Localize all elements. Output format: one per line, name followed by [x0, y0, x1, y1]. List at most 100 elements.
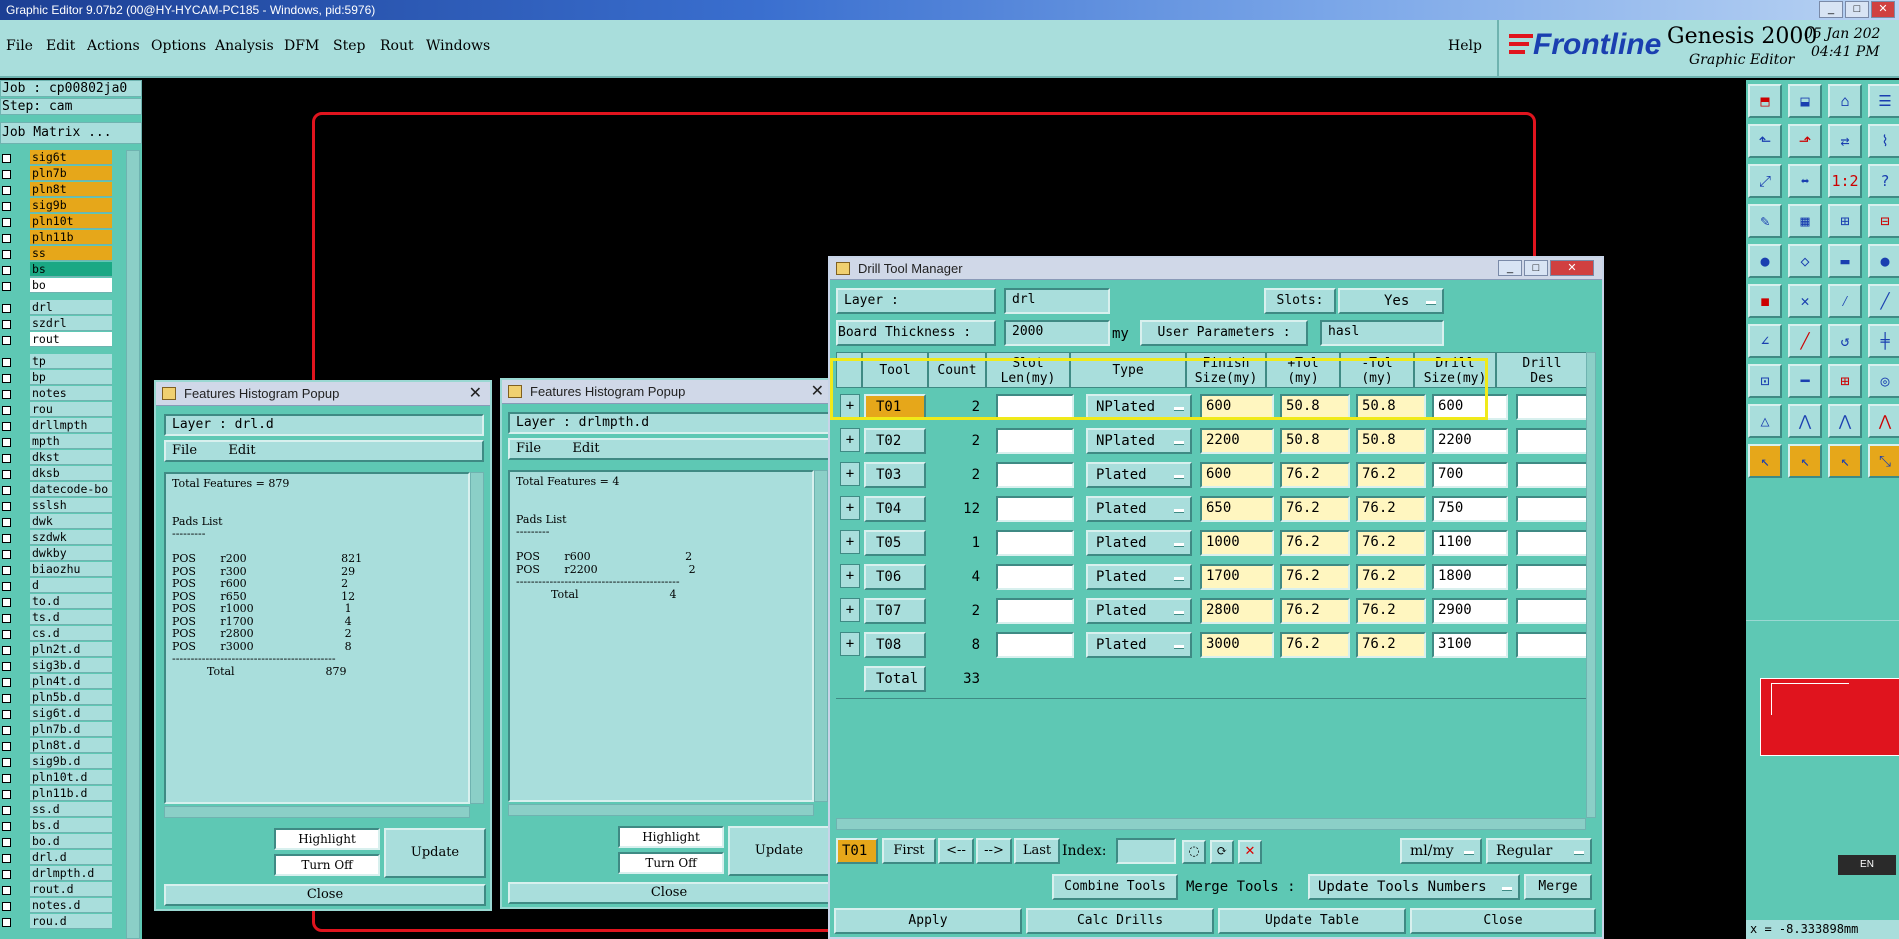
pen-icon[interactable]: ✎ [1748, 204, 1782, 238]
menu-edit[interactable]: Edit [46, 38, 75, 54]
layer-item[interactable]: datecode-bo [30, 482, 112, 497]
close-window-button[interactable]: ✕ [1871, 1, 1895, 18]
layer-item[interactable]: pln8t [30, 182, 112, 197]
expand-row-icon[interactable]: + [840, 632, 860, 656]
layer-checkbox[interactable] [2, 742, 11, 751]
slot-length-input[interactable] [996, 632, 1074, 658]
tool-button[interactable]: T06 [864, 564, 926, 590]
layer-item[interactable]: pln5b.d [30, 690, 112, 705]
layer-checkbox[interactable] [2, 918, 11, 927]
layer-checkbox[interactable] [2, 320, 11, 329]
plus-tol-input[interactable]: 76.2 [1280, 496, 1350, 522]
board-thickness-input[interactable]: 2000 [1004, 320, 1110, 346]
layer-item[interactable]: pln4t.d [30, 674, 112, 689]
layer-checkbox[interactable] [2, 790, 11, 799]
layer-item[interactable]: sig9b.d [30, 754, 112, 769]
menu-help[interactable]: Help [1448, 38, 1482, 54]
layer-checkbox[interactable] [2, 358, 11, 367]
layer-checkbox[interactable] [2, 336, 11, 345]
merge-button[interactable]: Merge [1524, 874, 1592, 900]
layer-checkbox[interactable] [2, 282, 11, 291]
plus-tol-input[interactable]: 76.2 [1280, 530, 1350, 556]
layer-item[interactable]: rout.d [30, 882, 112, 897]
maximize-button[interactable]: □ [1845, 1, 1869, 18]
layer-item[interactable]: dwk [30, 514, 112, 529]
layer-checkbox[interactable] [2, 486, 11, 495]
bar-icon[interactable]: ▬ [1828, 244, 1862, 278]
next-button[interactable]: --> [976, 838, 1012, 864]
plus-tol-input[interactable]: 76.2 [1280, 598, 1350, 624]
layer-item[interactable]: d [30, 578, 112, 593]
line-icon[interactable]: ╱ [1868, 284, 1899, 318]
layer-item[interactable]: cs.d [30, 626, 112, 641]
menu-options[interactable]: Options [151, 38, 206, 54]
layer-checkbox[interactable] [2, 566, 11, 575]
dash-icon[interactable]: ━ [1788, 364, 1822, 398]
layer-checkbox[interactable] [2, 646, 11, 655]
layer-item[interactable]: szdwk [30, 530, 112, 545]
slot-length-input[interactable] [996, 462, 1074, 488]
scale-icon[interactable]: 1:2 [1828, 164, 1862, 198]
layer-item[interactable]: ts.d [30, 610, 112, 625]
layer-checkbox[interactable] [2, 406, 11, 415]
drill-des-input[interactable] [1516, 394, 1592, 420]
top-view-icon[interactable]: ⬒ [1748, 84, 1782, 118]
home-icon[interactable]: ⌂ [1828, 84, 1862, 118]
finish-size-input[interactable]: 600 [1200, 462, 1274, 488]
layer-item[interactable]: rout [30, 332, 112, 347]
calc-drills-button[interactable]: Calc Drills [1026, 908, 1214, 934]
layer-item[interactable]: bp [30, 370, 112, 385]
histogram-scroll-h[interactable] [164, 806, 470, 818]
drill-des-input[interactable] [1516, 428, 1592, 454]
select-arrow3-icon[interactable]: ↖ [1828, 444, 1862, 478]
histogram-close-button[interactable]: Close [164, 884, 486, 906]
layer-item[interactable]: pln7b [30, 166, 112, 181]
layer-item[interactable]: mpth [30, 434, 112, 449]
layer-item[interactable]: ss [30, 246, 112, 261]
layer-item[interactable]: pln10t [30, 214, 112, 229]
layer-checkbox[interactable] [2, 710, 11, 719]
drill-size-input[interactable]: 1100 [1432, 530, 1508, 556]
last-button[interactable]: Last [1014, 838, 1060, 864]
minus-tol-input[interactable]: 50.8 [1356, 428, 1426, 454]
finish-size-input[interactable]: 1700 [1200, 564, 1274, 590]
layer-item[interactable]: sslsh [30, 498, 112, 513]
update-table-button[interactable]: Update Table [1218, 908, 1406, 934]
histogram-scroll-h[interactable] [508, 804, 814, 816]
type-dropdown[interactable]: Plated [1086, 462, 1192, 488]
turn-off-button[interactable]: Turn Off [618, 852, 724, 874]
slot-length-input[interactable] [996, 496, 1074, 522]
highlight-button[interactable]: Highlight [274, 828, 380, 850]
expand-row-icon[interactable]: + [840, 530, 860, 554]
close-icon[interactable]: ✕ [469, 382, 482, 406]
histogram-scroll-v[interactable] [814, 470, 828, 802]
layer-item[interactable]: sig6t [30, 150, 112, 165]
layer-checkbox[interactable] [2, 870, 11, 879]
layer-item[interactable]: drllmpth [30, 418, 112, 433]
fit-icon[interactable]: ⤢ [1748, 164, 1782, 198]
minus-tol-input[interactable]: 76.2 [1356, 496, 1426, 522]
layer-item[interactable]: notes.d [30, 898, 112, 913]
tool-table-scroll-h[interactable] [836, 818, 1586, 830]
finish-size-input[interactable]: 2800 [1200, 598, 1274, 624]
layer-checkbox[interactable] [2, 234, 11, 243]
layer-item[interactable]: pln7b.d [30, 722, 112, 737]
expand-row-icon[interactable]: + [840, 598, 860, 622]
histogram-scroll-v[interactable] [470, 472, 484, 804]
diagonal-icon[interactable]: ╱ [1788, 324, 1822, 358]
index-input[interactable] [1116, 838, 1176, 864]
layer-checkbox[interactable] [2, 454, 11, 463]
layer-item[interactable]: sig3b.d [30, 658, 112, 673]
swap-icon[interactable]: ⇄ [1828, 124, 1862, 158]
undo-icon[interactable]: ↺ [1828, 324, 1862, 358]
pan-icon[interactable]: ⬌ [1788, 164, 1822, 198]
snap-icon[interactable]: ⌇ [1868, 124, 1899, 158]
language-indicator[interactable]: EN [1838, 855, 1896, 875]
slot-length-input[interactable] [996, 598, 1074, 624]
layer-item[interactable]: drlmpth.d [30, 866, 112, 881]
menu-step[interactable]: Step [333, 38, 365, 54]
dtm-maximize-button[interactable]: □ [1524, 260, 1548, 276]
menu-actions[interactable]: Actions [87, 38, 140, 54]
dtm-minimize-button[interactable]: _ [1498, 260, 1522, 276]
layer-remove-icon[interactable]: ⊟ [1868, 204, 1899, 238]
